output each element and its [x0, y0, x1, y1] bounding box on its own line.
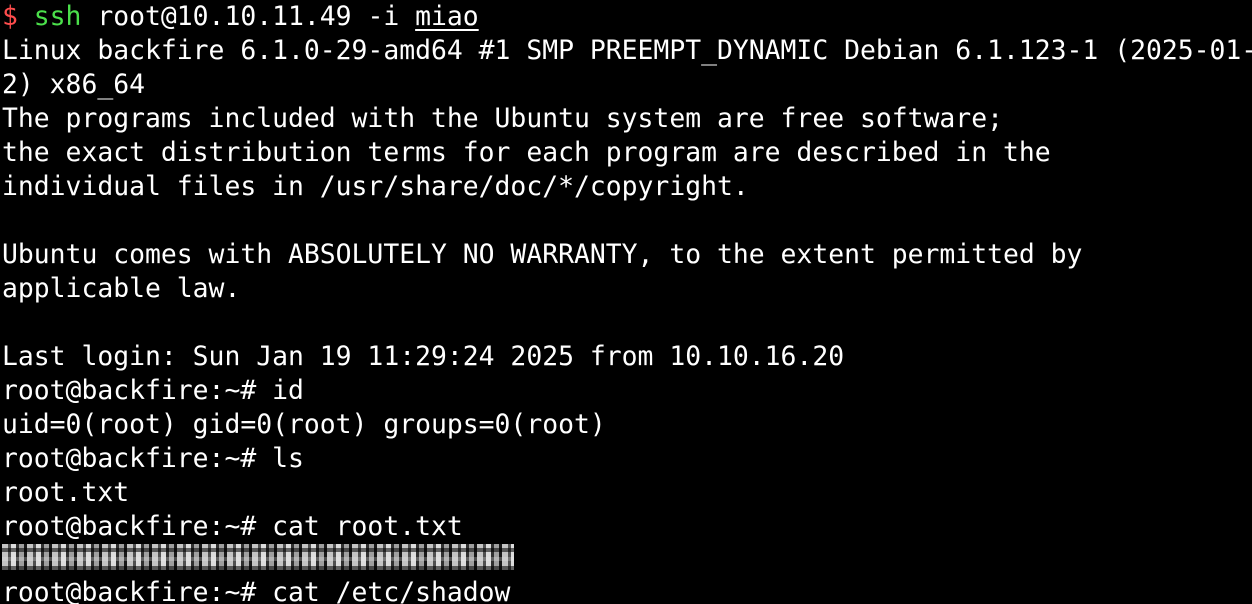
terminal-line: Last login: Sun Jan 19 11:29:24 2025 fro…: [2, 341, 845, 372]
pixelated-redaction: [2, 544, 514, 570]
terminal-window[interactable]: $ ssh root@10.10.11.49 -i miao Linux bac…: [0, 0, 1252, 604]
command-args: root@10.10.11.49 -i: [81, 1, 416, 32]
terminal-line: Ubuntu comes with ABSOLUTELY NO WARRANTY…: [2, 239, 1083, 270]
terminal-line: the exact distribution terms for each pr…: [2, 137, 1051, 168]
terminal-line-ssh-command: $ ssh root@10.10.11.49 -i miao: [2, 0, 479, 34]
terminal-line: uid=0(root) gid=0(root) groups=0(root): [2, 409, 606, 440]
terminal-line: 2) x86_64: [2, 69, 145, 100]
terminal-line: Linux backfire 6.1.0-29-amd64 #1 SMP PRE…: [2, 35, 1252, 66]
redacted-flag-output: [2, 540, 514, 574]
terminal-line: applicable law.: [2, 273, 241, 304]
command-ssh: ssh: [33, 1, 82, 32]
terminal-line: root@backfire:~# cat root.txt: [2, 511, 463, 542]
terminal-line: individual files in /usr/share/doc/*/cop…: [2, 171, 749, 202]
terminal-line-last: root@backfire:~# cat /etc/shadow: [2, 577, 511, 604]
terminal-line: root.txt: [2, 477, 130, 508]
terminal-line: root@backfire:~# id: [2, 375, 304, 406]
prompt-dollar: $: [2, 1, 18, 32]
terminal-line: root@backfire:~# ls: [2, 443, 304, 474]
terminal-line: The programs included with the Ubuntu sy…: [2, 103, 1003, 134]
keyfile-link[interactable]: miao: [415, 1, 479, 32]
